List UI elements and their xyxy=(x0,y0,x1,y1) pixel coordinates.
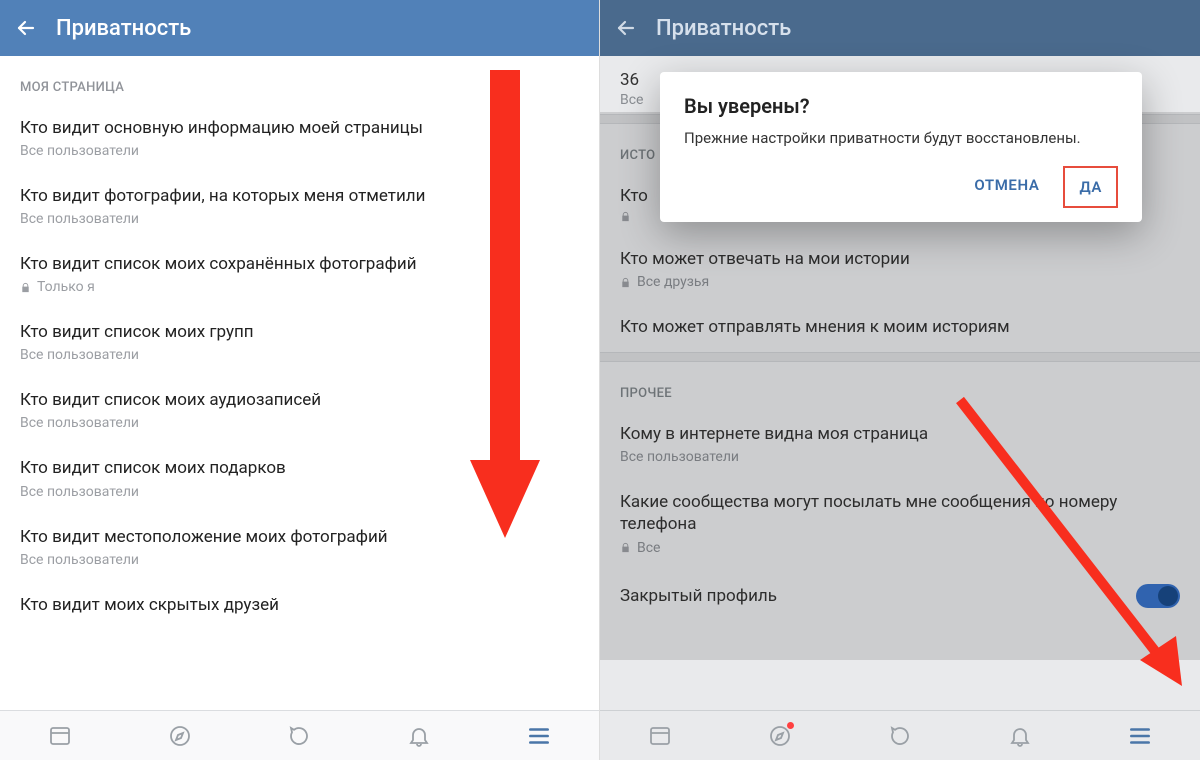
notification-dot-icon xyxy=(787,722,794,729)
back-button[interactable] xyxy=(12,14,40,42)
item-subtitle: Все друзья xyxy=(620,274,1180,290)
toggle-label: Закрытый профиль xyxy=(620,585,777,607)
section-my-page: МОЯ СТРАНИЦА xyxy=(0,56,599,105)
confirm-dialog: Вы уверены? Прежние настройки приватност… xyxy=(660,72,1142,222)
list-item[interactable]: Какие сообщества могут посылать мне сооб… xyxy=(600,479,1200,569)
header: Приватность xyxy=(600,0,1200,56)
item-title: Кто может отвечать на мои истории xyxy=(620,248,1180,270)
nav-feed[interactable] xyxy=(47,723,73,749)
item-subtitle: Все пользователи xyxy=(20,143,579,159)
messages-icon xyxy=(287,724,311,748)
item-title: Кто видит фотографии, на которых меня от… xyxy=(20,185,579,207)
list-item[interactable]: Кто видит список моих подарков Все пользо… xyxy=(0,445,599,513)
list-item[interactable]: Кому в интернете видна моя страница Все п… xyxy=(600,411,1200,479)
settings-content: МОЯ СТРАНИЦА Кто видит основную информац… xyxy=(0,56,599,710)
item-title: Кому в интернете видна моя страница xyxy=(620,423,1180,445)
bell-icon xyxy=(407,724,431,748)
divider xyxy=(600,352,1200,362)
nav-notifications[interactable] xyxy=(1007,723,1033,749)
item-title: Кто может отправлять мнения к моим истор… xyxy=(620,316,1180,338)
list-item[interactable]: Кто может отправлять мнения к моим истор… xyxy=(600,304,1200,352)
list-item[interactable]: Кто может отвечать на мои истории Все др… xyxy=(600,236,1200,304)
list-item[interactable]: Кто видит основную информацию моей стран… xyxy=(0,105,599,173)
item-title: Какие сообщества могут посылать мне сооб… xyxy=(620,491,1180,535)
confirm-button[interactable]: ДА xyxy=(1063,166,1118,208)
screen-left: Приватность МОЯ СТРАНИЦА Кто видит основ… xyxy=(0,0,600,760)
list-item[interactable]: Кто видит местоположение моих фотографий… xyxy=(0,514,599,582)
nav-notifications[interactable] xyxy=(406,723,432,749)
item-title: Кто видит список моих сохранённых фотогр… xyxy=(20,253,579,275)
section-other: ПРОЧЕЕ xyxy=(600,362,1200,411)
item-title: Кто видит список моих групп xyxy=(20,321,579,343)
nav-menu[interactable] xyxy=(526,723,552,749)
discover-icon xyxy=(168,724,192,748)
list-item[interactable]: Кто видит фотографии, на которых меня от… xyxy=(0,173,599,241)
bottom-nav xyxy=(600,710,1200,760)
messages-icon xyxy=(888,724,912,748)
list-item[interactable]: Кто видит моих скрытых друзей xyxy=(0,582,599,630)
lock-icon xyxy=(620,211,631,222)
item-title: Кто видит список моих подарков xyxy=(20,457,579,479)
item-title: Кто видит моих скрытых друзей xyxy=(20,594,579,616)
nav-menu[interactable] xyxy=(1127,723,1153,749)
item-title: Кто видит основную информацию моей стран… xyxy=(20,117,579,139)
nav-discover[interactable] xyxy=(167,723,193,749)
menu-icon xyxy=(526,723,552,749)
item-subtitle: Все пользователи xyxy=(20,484,579,500)
header: Приватность xyxy=(0,0,599,56)
nav-feed[interactable] xyxy=(647,723,673,749)
lock-icon xyxy=(20,282,31,293)
arrow-left-icon xyxy=(14,16,38,40)
item-subtitle: Все xyxy=(620,540,1180,556)
item-subtitle: Все пользователи xyxy=(20,211,579,227)
list-item[interactable]: Кто видит список моих аудиозаписей Все по… xyxy=(0,377,599,445)
private-profile-row[interactable]: Закрытый профиль xyxy=(600,570,1200,622)
page-title: Приватность xyxy=(56,16,191,41)
private-profile-toggle[interactable] xyxy=(1136,584,1180,608)
nav-discover[interactable] xyxy=(767,723,793,749)
item-subtitle: Все пользователи xyxy=(620,449,1180,465)
feed-icon xyxy=(648,724,672,748)
screen-right: Приватность 36 Все ИСТО КтоКто может отв… xyxy=(600,0,1200,760)
nav-messages[interactable] xyxy=(286,723,312,749)
arrow-left-icon xyxy=(614,16,638,40)
bottom-nav xyxy=(0,710,599,760)
lock-icon xyxy=(620,277,631,288)
item-subtitle: Все пользователи xyxy=(20,347,579,363)
list-item[interactable]: Кто видит список моих групп Все пользоват… xyxy=(0,309,599,377)
dialog-body: Прежние настройки приватности будут восс… xyxy=(684,128,1118,148)
back-button[interactable] xyxy=(612,14,640,42)
item-title: Кто видит список моих аудиозаписей xyxy=(20,389,579,411)
item-title: Кто видит местоположение моих фотографий xyxy=(20,526,579,548)
feed-icon xyxy=(48,724,72,748)
list-item[interactable]: Кто видит список моих сохранённых фотогр… xyxy=(0,241,599,309)
item-subtitle: Все пользователи xyxy=(20,415,579,431)
menu-icon xyxy=(1127,723,1153,749)
cancel-button[interactable]: ОТМЕНА xyxy=(960,166,1053,208)
bell-icon xyxy=(1008,724,1032,748)
item-subtitle: Все пользователи xyxy=(20,552,579,568)
dialog-actions: ОТМЕНА ДА xyxy=(684,166,1118,208)
nav-messages[interactable] xyxy=(887,723,913,749)
dialog-title: Вы уверены? xyxy=(684,94,1118,118)
page-title: Приватность xyxy=(656,16,791,41)
lock-icon xyxy=(620,542,631,553)
item-subtitle: Только я xyxy=(20,279,579,295)
